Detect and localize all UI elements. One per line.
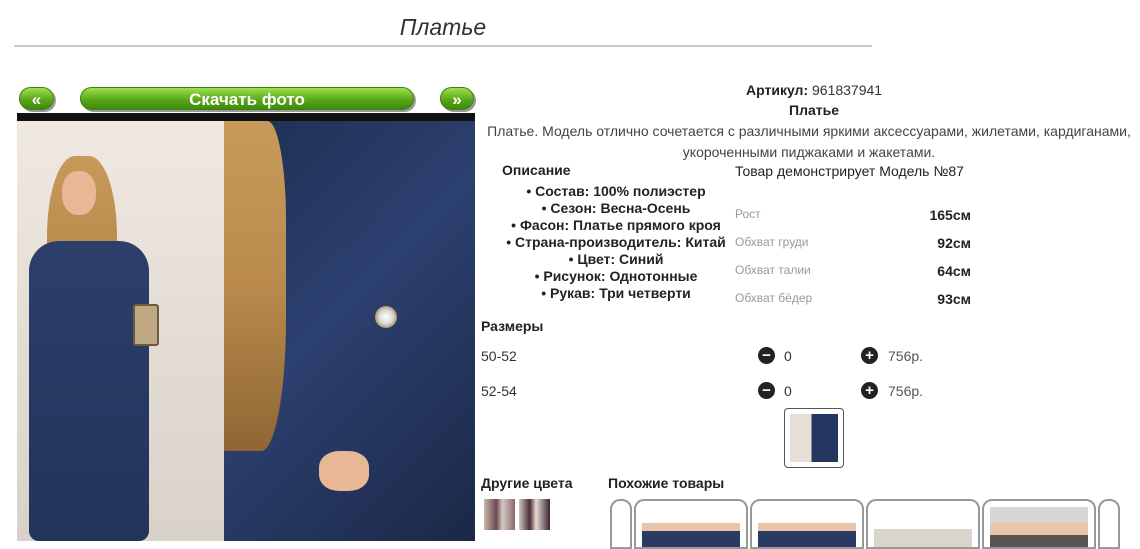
page-title: Платье: [399, 14, 487, 40]
measurement-height: Рост 165см: [735, 207, 971, 225]
measurement-hips: Обхват бёдер 93см: [735, 291, 971, 309]
product-description: Платье. Модель отлично сочетается с разл…: [487, 123, 1131, 160]
photo-mirror-selfie: [17, 121, 224, 541]
quantity-value: 0: [784, 383, 792, 399]
size-price: 756р.: [888, 348, 924, 364]
other-colors-heading: Другие цвета: [481, 475, 573, 491]
brooch-detail: [375, 306, 397, 328]
details-item: Цвет: Синий: [484, 251, 748, 268]
details-heading: Описание: [502, 162, 571, 178]
similar-product-card[interactable]: [982, 499, 1096, 549]
download-photo-button[interactable]: Скачать фото: [80, 87, 414, 110]
similar-product-card[interactable]: [750, 499, 864, 549]
article-number: 961837941: [812, 82, 883, 98]
title-divider: [14, 45, 872, 47]
other-color-thumbnail[interactable]: [484, 499, 515, 530]
photo-thumbnail[interactable]: [784, 408, 844, 468]
size-row: 50-52 − 0 + 756р.: [481, 345, 951, 367]
similar-product-card[interactable]: [1098, 499, 1120, 549]
details-item: Рисунок: Однотонные: [484, 268, 748, 285]
similar-product-card[interactable]: [610, 499, 632, 549]
measurement-value: 165см: [929, 207, 971, 223]
minus-icon[interactable]: −: [758, 382, 775, 399]
measurement-label: Обхват груди: [735, 235, 809, 249]
article-line: Артикул: 961837941: [746, 82, 882, 98]
details-item: Фасон: Платье прямого кроя: [484, 217, 748, 234]
measurement-label: Рост: [735, 207, 761, 221]
prev-photo-button[interactable]: «: [19, 87, 54, 110]
details-item: Рукав: Три четверти: [484, 285, 748, 302]
similar-products-heading: Похожие товары: [608, 475, 725, 491]
quantity-value: 0: [784, 348, 792, 364]
sizes-heading: Размеры: [481, 318, 544, 334]
details-list: Состав: 100% полиэстер Сезон: Весна-Осен…: [484, 183, 748, 302]
size-price: 756р.: [888, 383, 924, 399]
details-item: Сезон: Весна-Осень: [484, 200, 748, 217]
plus-icon[interactable]: +: [861, 382, 878, 399]
size-row: 52-54 − 0 + 756р.: [481, 380, 951, 402]
minus-icon[interactable]: −: [758, 347, 775, 364]
details-item: Состав: 100% полиэстер: [484, 183, 748, 200]
similar-product-card[interactable]: [634, 499, 748, 549]
plus-icon[interactable]: +: [861, 347, 878, 364]
product-name: Платье: [789, 102, 839, 118]
measurement-value: 64см: [937, 263, 971, 279]
other-color-thumbnail[interactable]: [519, 499, 550, 530]
measurement-waist: Обхват талии 64см: [735, 263, 971, 281]
measurement-label: Обхват талии: [735, 263, 811, 277]
next-photo-button[interactable]: »: [440, 87, 474, 110]
size-label: 50-52: [481, 348, 517, 364]
measurement-value: 92см: [937, 235, 971, 251]
similar-product-card[interactable]: [866, 499, 980, 549]
details-item: Страна-производитель: Китай: [484, 234, 748, 251]
article-label: Артикул:: [746, 82, 809, 98]
size-label: 52-54: [481, 383, 517, 399]
photo-dress-closeup: [224, 121, 475, 541]
measurement-value: 93см: [937, 291, 971, 307]
measurement-bust: Обхват груди 92см: [735, 235, 971, 253]
product-photo: [17, 113, 475, 541]
measurement-label: Обхват бёдер: [735, 291, 813, 305]
model-caption: Товар демонстрирует Модель №87: [735, 163, 964, 179]
